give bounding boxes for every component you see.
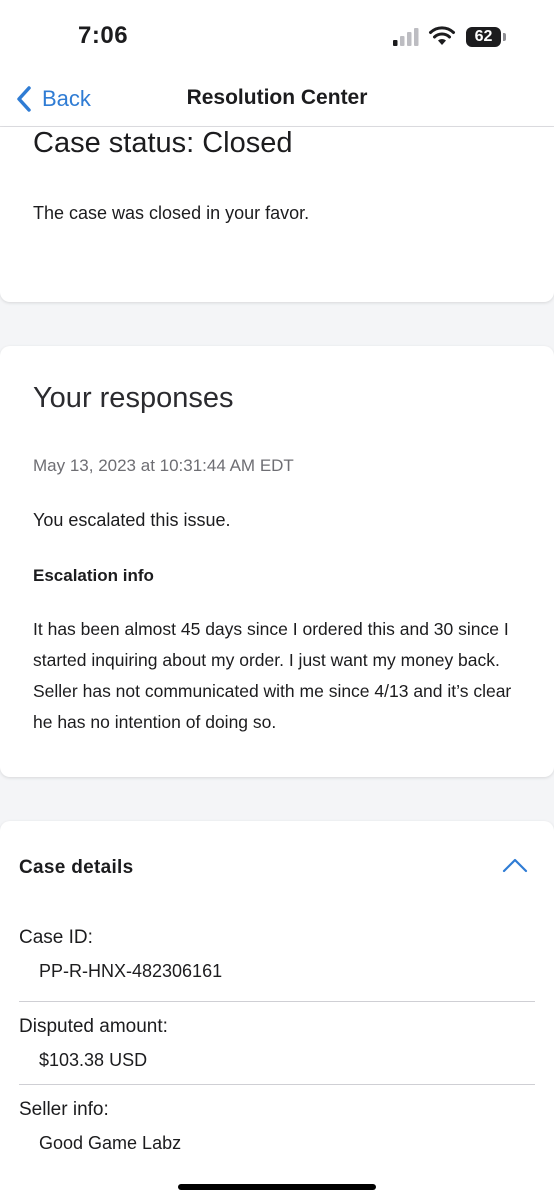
seller-info-row: Seller info: Good Game Labz: [19, 1099, 535, 1154]
navigation-bar: Back Resolution Center: [0, 72, 554, 127]
escalation-text: It has been almost 45 days since I order…: [33, 619, 512, 732]
case-details-heading: Case details: [19, 857, 134, 878]
seller-info-value: Good Game Labz: [39, 1133, 182, 1153]
escalation-heading: Escalation info: [33, 566, 154, 585]
case-status-heading: Case status: Closed: [33, 127, 293, 159]
case-details-card: Case details Case ID: PP-R-HNX-482306161…: [0, 821, 554, 1161]
responses-card: Your responses May 13, 2023 at 10:31:44 …: [0, 346, 554, 777]
status-bar: 7:06 62: [0, 0, 554, 72]
battery-icon: 62: [466, 27, 501, 47]
response-timestamp: May 13, 2023 at 10:31:44 AM EDT: [33, 456, 294, 475]
case-id-value: PP-R-HNX-482306161: [39, 961, 223, 981]
responses-heading: Your responses: [33, 382, 234, 414]
home-indicator-area: [0, 1156, 554, 1200]
case-id-row: Case ID: PP-R-HNX-482306161: [19, 927, 535, 982]
chevron-up-icon[interactable]: [502, 857, 528, 873]
disputed-amount-value: $103.38 USD: [39, 1050, 148, 1070]
page-title: Resolution Center: [186, 86, 368, 109]
disputed-amount-label: Disputed amount:: [19, 1016, 168, 1037]
row-divider: [19, 1084, 535, 1085]
home-indicator[interactable]: [178, 1184, 376, 1190]
battery-cap: [503, 33, 506, 41]
disputed-amount-row: Disputed amount: $103.38 USD: [19, 1016, 535, 1071]
response-action: You escalated this issue.: [33, 510, 231, 530]
case-id-label: Case ID:: [19, 927, 93, 948]
seller-info-label: Seller info:: [19, 1099, 109, 1120]
case-status-card: Case status: Closed The case was closed …: [0, 127, 554, 302]
status-time: 7:06: [78, 22, 129, 49]
wifi-icon: [429, 26, 455, 45]
case-status-message: The case was closed in your favor.: [33, 203, 310, 223]
cellular-signal-icon: [393, 28, 419, 46]
row-divider: [19, 1001, 535, 1002]
